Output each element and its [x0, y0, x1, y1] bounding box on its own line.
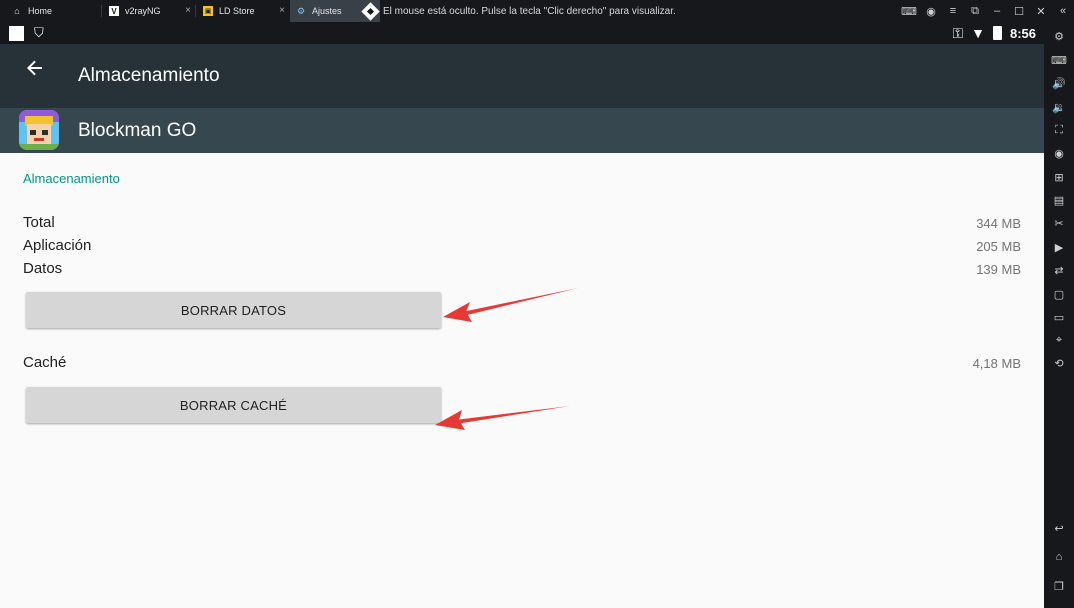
- device-icon[interactable]: ▢: [1049, 284, 1069, 304]
- scissors-icon[interactable]: ✂: [1049, 213, 1069, 233]
- sync-icon[interactable]: ⇄: [1049, 260, 1069, 280]
- row-value: 139 MB: [976, 262, 1021, 277]
- notification-square-icon: [9, 26, 24, 41]
- v2rayng-app-icon: V: [109, 6, 119, 16]
- row-label: Datos: [23, 260, 63, 277]
- close-window-icon[interactable]: ✕: [1030, 0, 1052, 22]
- volume-up-icon[interactable]: 🔊: [1049, 73, 1069, 93]
- folder-icon[interactable]: ▭: [1049, 307, 1069, 327]
- ldstore-app-icon: ▣: [203, 6, 213, 16]
- tab-home[interactable]: ⌂ Home: [6, 0, 102, 22]
- emulator-tab-bar: ⌂ Home V v2rayNG × ▣ LD Store × ⚙ Ajuste…: [0, 0, 1074, 22]
- account-icon[interactable]: ◉: [920, 0, 942, 22]
- keyboard-icon[interactable]: ⌨: [1049, 50, 1069, 70]
- rotate-icon[interactable]: ⟲: [1049, 353, 1069, 373]
- tab-label: Ajustes: [312, 6, 342, 16]
- collapse-sidebar-icon[interactable]: «: [1052, 0, 1074, 22]
- video-icon[interactable]: ▶: [1049, 237, 1069, 257]
- battery-icon: [992, 26, 1002, 40]
- vpn-key-icon: ⚿: [952, 24, 964, 41]
- minimize-icon[interactable]: –: [986, 0, 1008, 22]
- menu-icon[interactable]: ≡: [942, 0, 964, 22]
- settings-icon: ⚙: [296, 5, 306, 16]
- mouse-hint-icon: [361, 1, 380, 21]
- shield-icon: ⛉: [34, 25, 44, 40]
- row-value: 4,18 MB: [972, 356, 1021, 371]
- row-label: Aplicación: [23, 237, 92, 254]
- maximize-icon[interactable]: ☐: [1008, 0, 1030, 22]
- row-value: 205 MB: [976, 239, 1021, 254]
- android-status-bar: ⛉ ⚿ ▼ 8:56: [0, 22, 1044, 44]
- settings-gear-icon[interactable]: ⚙: [1049, 26, 1069, 46]
- tab-v2rayng[interactable]: V v2rayNG ×: [103, 0, 195, 22]
- mouse-hidden-message: El mouse está oculto. Pulse la tecla "Cl…: [361, 0, 676, 22]
- clear-data-button[interactable]: BORRAR DATOS: [26, 292, 441, 328]
- storage-row-data: Datos 139 MB: [23, 260, 1021, 282]
- add-app-icon[interactable]: ⊞: [1049, 167, 1069, 187]
- storage-content: Almacenamiento Total 344 MB Aplicación 2…: [0, 153, 1044, 608]
- storage-row-total: Total 344 MB: [23, 214, 1021, 236]
- close-icon[interactable]: ×: [279, 5, 285, 16]
- location-icon[interactable]: ⌖: [1049, 330, 1069, 350]
- tab-label: Home: [28, 6, 53, 16]
- close-icon[interactable]: ×: [185, 5, 191, 16]
- page-title: Almacenamiento: [78, 65, 220, 86]
- emulator-sidebar: ⚙ ⌨ 🔊 🔉 ⛶ ◉ ⊞ ▤ ✂ ▶ ⇄ ▢ ▭ ⌖ ⟲ ↩ ⌂ ❐: [1044, 22, 1074, 608]
- home-icon: ⌂: [14, 6, 20, 16]
- window-controls: ⌨ ◉ ≡ ⧉ – ☐ ✕ «: [898, 0, 1074, 22]
- volume-down-icon[interactable]: 🔉: [1049, 97, 1069, 117]
- tab-label: LD Store: [219, 6, 255, 16]
- tab-ld-store[interactable]: ▣ LD Store ×: [197, 0, 289, 22]
- clock: 8:56: [1009, 25, 1036, 41]
- nav-recents-icon[interactable]: ❐: [1049, 576, 1069, 596]
- app-bar: Almacenamiento: [0, 44, 1044, 108]
- section-title: Almacenamiento: [23, 171, 120, 186]
- screenshot-icon[interactable]: ⛶: [1049, 120, 1069, 140]
- nav-home-icon[interactable]: ⌂: [1049, 547, 1069, 567]
- record-icon[interactable]: ◉: [1049, 143, 1069, 163]
- app-header-row: Blockman GO: [0, 108, 1044, 153]
- blockman-go-app-icon: [19, 110, 59, 150]
- row-value: 344 MB: [976, 216, 1021, 231]
- back-arrow-icon[interactable]: [24, 57, 46, 79]
- tab-label: v2rayNG: [125, 6, 161, 16]
- gamepad-icon[interactable]: ⌨: [898, 0, 920, 22]
- apk-icon[interactable]: ▤: [1049, 190, 1069, 210]
- row-label: Caché: [23, 354, 67, 371]
- minimize-to-sidebar-icon[interactable]: ⧉: [964, 0, 986, 22]
- app-name: Blockman GO: [78, 120, 197, 141]
- storage-row-app: Aplicación 205 MB: [23, 237, 1021, 259]
- nav-back-icon[interactable]: ↩: [1049, 518, 1069, 538]
- clear-cache-button[interactable]: BORRAR CACHÉ: [26, 387, 441, 423]
- row-label: Total: [23, 214, 55, 231]
- storage-row-cache: Caché 4,18 MB: [23, 354, 1021, 376]
- wifi-icon: ▼: [971, 25, 985, 41]
